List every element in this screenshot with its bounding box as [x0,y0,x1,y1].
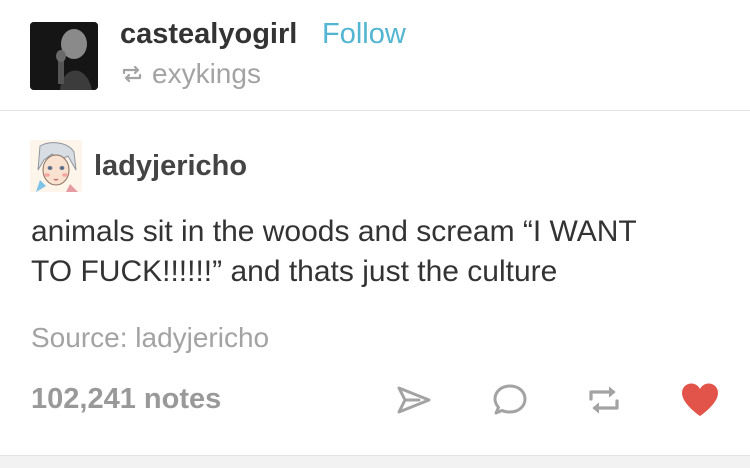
reblogged-from-username[interactable]: exykings [152,58,261,90]
reblog-icon [585,383,623,417]
post-header: castealyogirl Follow exykings [0,0,750,111]
share-button[interactable] [392,378,436,422]
post-bottom-divider [0,455,750,468]
poster-username[interactable]: castealyogirl [120,18,297,51]
post-body-line-2: TO FUCK!!!!!!” and thats just the cultur… [31,255,558,288]
post-source[interactable]: Source: ladyjericho [31,322,269,354]
reply-button[interactable] [488,378,532,422]
notes-count[interactable]: 102,241 notes [31,383,221,416]
reblogged-from: exykings [120,58,261,90]
original-author-avatar[interactable] [30,140,82,192]
post-body-line-1: animals sit in the woods and scream “I W… [31,215,637,248]
reblog-small-icon [120,64,144,84]
original-poster: ladyjericho [30,140,247,192]
reply-icon [492,382,528,418]
poster-avatar[interactable] [30,22,98,90]
post-footer: 102,241 notes [0,366,750,436]
reblog-button[interactable] [582,378,626,422]
post-body: animals sit in the woods and scream “I W… [31,212,721,292]
follow-button[interactable]: Follow [322,18,406,51]
post-card: castealyogirl Follow exykings ladyjerich… [0,0,750,468]
heart-icon [680,382,720,418]
share-icon [395,384,433,416]
original-author-username[interactable]: ladyjericho [94,150,247,183]
like-button[interactable] [678,378,722,422]
